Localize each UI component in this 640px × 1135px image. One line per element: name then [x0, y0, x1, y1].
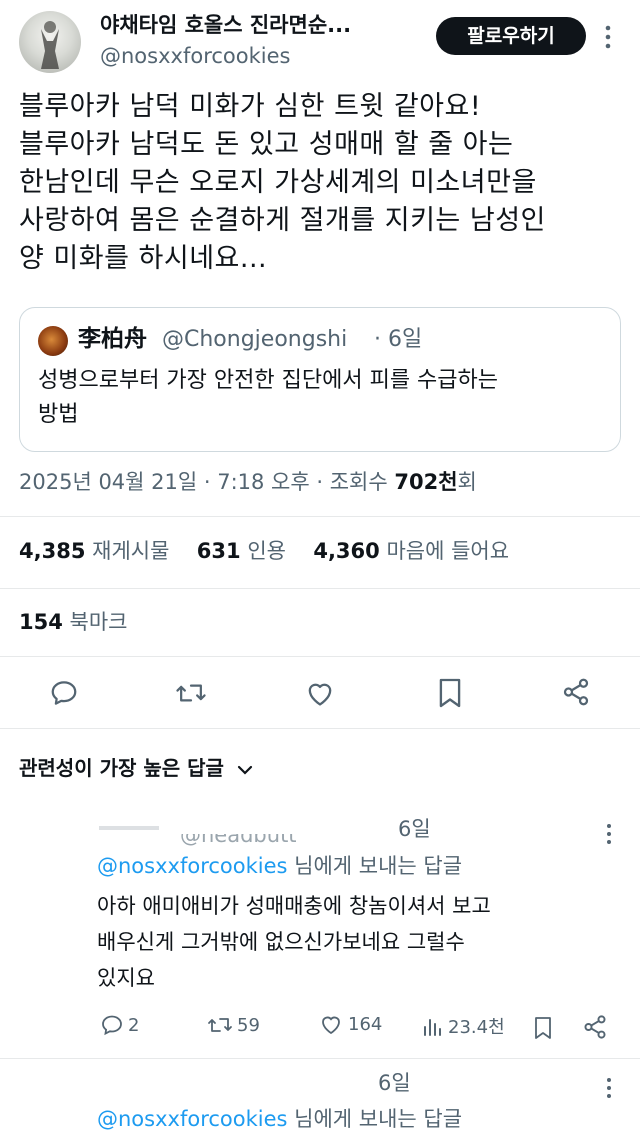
tweet-line: 사랑하여 몸은 순결하게 절개를 지키는 남성인: [19, 205, 546, 236]
reply-time: 6일: [378, 1071, 411, 1095]
reply-views-button[interactable]: 23.4천: [422, 1013, 505, 1039]
retweet-label: 재게시물: [92, 539, 170, 563]
more-icon[interactable]: [604, 823, 614, 845]
sort-label: 관련성이 가장 높은 답글: [19, 756, 224, 780]
reply-to-handle[interactable]: @nosxxforcookies: [97, 1107, 287, 1131]
reply-to-suffix: 님에게 보내는 답글: [294, 854, 463, 878]
analytics-icon: [422, 1015, 444, 1037]
tweet-text: 블루아카 남덕 미화가 심한 트윗 같아요! 블루아카 남덕도 돈 있고 성매매…: [19, 88, 546, 278]
stats-row: 4,385 재게시물 631 인용 4,360 마음에 들어요: [19, 535, 509, 567]
reply-line: 아하 애미애비가 성매매충에 창놈이셔서 보고: [97, 894, 491, 918]
reply-text: 아하 애미애비가 성매매충에 창놈이셔서 보고 배우신게 그거밖에 없으신가보네…: [97, 888, 491, 996]
retweet-stat[interactable]: 4,385 재게시물: [19, 539, 169, 563]
reply-line: 배우신게 그거밖에 없으신가보네요 그럴수: [97, 930, 465, 954]
reply-to-suffix: 님에게 보내는 답글: [294, 1107, 463, 1131]
divider: [0, 728, 640, 729]
divider: [0, 1058, 640, 1059]
quote-line: 방법: [38, 402, 79, 427]
more-icon[interactable]: [602, 24, 614, 50]
timestamp[interactable]: 2025년 04월 21일 · 7:18 오후 · 조회수: [19, 470, 388, 494]
tweet-meta: 2025년 04월 21일 · 7:18 오후 · 조회수 702천회: [19, 466, 477, 498]
quote-time: · 6일: [374, 327, 423, 352]
reply-retweet-count: 59: [237, 1014, 260, 1036]
reply-like-button[interactable]: 164: [318, 1013, 382, 1035]
bookmark-icon[interactable]: [533, 1015, 553, 1041]
share-icon[interactable]: [582, 1014, 608, 1040]
reply-actions: 2 59 164 23.4천: [100, 1013, 620, 1043]
reply-line: 있지요: [97, 966, 155, 990]
view-suffix: 회: [457, 470, 477, 494]
reply-to-line: @nosxxforcookies 님에게 보내는 답글: [97, 1104, 462, 1134]
display-name[interactable]: 야채타임 호올스 진라면순...: [100, 11, 351, 39]
bookmark-label: 북마크: [69, 610, 128, 634]
bookmark-icon[interactable]: [437, 677, 463, 709]
view-count: 702천: [394, 470, 458, 494]
avatar[interactable]: [19, 11, 81, 73]
quote-text: 성병으로부터 가장 안전한 집단에서 피를 수급하는 방법: [38, 364, 498, 432]
reply-reply-button[interactable]: 2: [100, 1013, 139, 1037]
quote-avatar: [38, 326, 68, 356]
quote-count: 631: [196, 539, 241, 563]
reply-icon: [100, 1013, 124, 1037]
tweet-line: 양 미화를 하시네요...: [19, 243, 268, 274]
reply-to-handle[interactable]: @nosxxforcookies: [97, 854, 287, 878]
divider: [0, 516, 640, 517]
reply-view-count: 23.4천: [448, 1017, 505, 1038]
quote-line: 성병으로부터 가장 안전한 집단에서 피를 수급하는: [38, 368, 499, 393]
reply-time: 6일: [398, 817, 431, 841]
quote-label: 인용: [247, 539, 286, 563]
quote-author-handle: @Chongjeongshi: [162, 327, 348, 352]
like-icon: [318, 1013, 344, 1035]
reply-author-partial[interactable]: @headbutt: [95, 812, 425, 846]
reply-like-count: 164: [348, 1013, 383, 1035]
tweet-line: 한남인데 무슨 오로지 가상세계의 미소녀만을: [19, 167, 537, 198]
reply-to-line: @nosxxforcookies 님에게 보내는 답글: [97, 851, 462, 881]
reply-sort-selector[interactable]: 관련성이 가장 높은 답글: [19, 753, 253, 783]
quote-card[interactable]: 李柏舟 @Chongjeongshi · 6일 성병으로부터 가장 안전한 집단…: [19, 307, 621, 452]
chevron-down-icon: [237, 764, 253, 776]
reply-retweet-button[interactable]: 59: [207, 1013, 260, 1037]
user-handle[interactable]: @nosxxforcookies: [100, 42, 290, 70]
quote-stat[interactable]: 631 인용: [197, 539, 286, 563]
retweet-icon: [207, 1013, 233, 1037]
retweet-icon[interactable]: [175, 678, 207, 708]
retweet-count: 4,385: [19, 539, 86, 563]
bookmark-count: 154: [19, 610, 63, 634]
like-count: 4,360: [313, 539, 380, 563]
divider: [0, 588, 640, 589]
follow-button[interactable]: 팔로우하기: [436, 17, 586, 55]
tweet-line: 블루아카 남덕도 돈 있고 성매매 할 줄 아는: [19, 129, 514, 160]
reply-icon[interactable]: [49, 678, 79, 708]
more-icon[interactable]: [604, 1077, 614, 1099]
like-label: 마음에 들어요: [386, 539, 510, 563]
like-icon[interactable]: [304, 679, 336, 707]
share-icon[interactable]: [561, 677, 591, 707]
reply-reply-count: 2: [128, 1014, 140, 1036]
bookmark-stat[interactable]: 154 북마크: [19, 606, 128, 638]
quote-author-name: 李柏舟: [78, 326, 147, 352]
tweet-line: 블루아카 남덕 미화가 심한 트윗 같아요!: [19, 91, 482, 122]
divider: [0, 656, 640, 657]
like-stat[interactable]: 4,360 마음에 들어요: [313, 539, 509, 563]
